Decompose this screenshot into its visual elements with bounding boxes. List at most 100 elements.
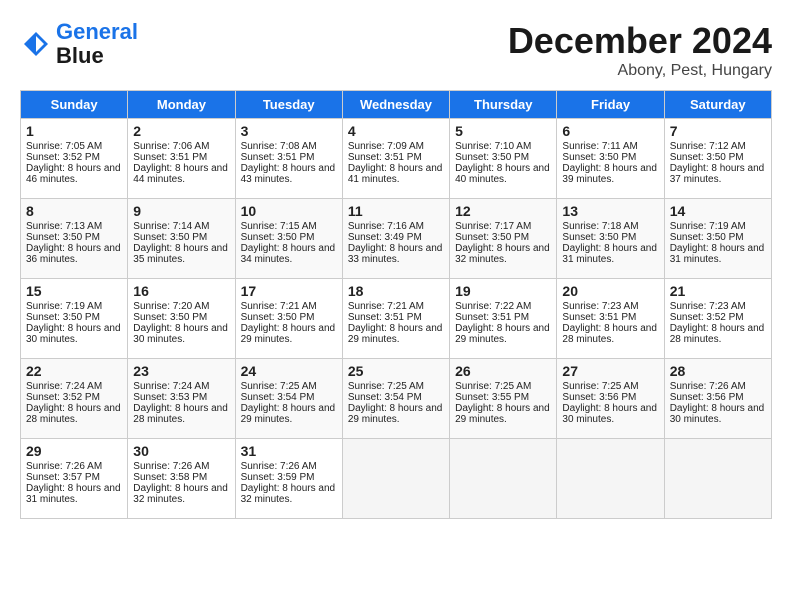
sunset: Sunset: 3:50 PM [241, 312, 315, 323]
title-block: December 2024 Abony, Pest, Hungary [508, 20, 772, 80]
table-row: 9Sunrise: 7:14 AMSunset: 3:50 PMDaylight… [128, 199, 235, 279]
sunrise: Sunrise: 7:17 AM [455, 221, 531, 232]
location-title: Abony, Pest, Hungary [508, 62, 772, 80]
sunrise: Sunrise: 7:25 AM [455, 381, 531, 392]
daylight: Daylight: 8 hours and 29 minutes. [241, 403, 336, 425]
month-title: December 2024 [508, 20, 772, 62]
day-number: 31 [241, 443, 337, 459]
sunrise: Sunrise: 7:25 AM [562, 381, 638, 392]
table-row: 19Sunrise: 7:22 AMSunset: 3:51 PMDayligh… [450, 279, 557, 359]
calendar-row: 29Sunrise: 7:26 AMSunset: 3:57 PMDayligh… [21, 439, 772, 519]
sunrise: Sunrise: 7:26 AM [241, 461, 317, 472]
sunset: Sunset: 3:50 PM [670, 232, 744, 243]
sunrise: Sunrise: 7:16 AM [348, 221, 424, 232]
sunset: Sunset: 3:51 PM [348, 312, 422, 323]
day-number: 24 [241, 363, 337, 379]
sunset: Sunset: 3:50 PM [133, 312, 207, 323]
sunset: Sunset: 3:49 PM [348, 232, 422, 243]
sunrise: Sunrise: 7:26 AM [670, 381, 746, 392]
table-row: 13Sunrise: 7:18 AMSunset: 3:50 PMDayligh… [557, 199, 664, 279]
sunset: Sunset: 3:52 PM [670, 312, 744, 323]
sunrise: Sunrise: 7:09 AM [348, 141, 424, 152]
table-row: 11 Sunrise: 7:16 AMSunset: 3:49 PMDayligh… [342, 199, 449, 279]
sunrise: Sunrise: 7:14 AM [133, 221, 209, 232]
sunset: Sunset: 3:51 PM [348, 152, 422, 163]
table-row: 7Sunrise: 7:12 AMSunset: 3:50 PMDaylight… [664, 119, 771, 199]
sunset: Sunset: 3:50 PM [455, 232, 529, 243]
daylight: Daylight: 8 hours and 40 minutes. [455, 163, 550, 185]
sunrise: Sunrise: 7:25 AM [241, 381, 317, 392]
sunset: Sunset: 3:51 PM [455, 312, 529, 323]
sunset: Sunset: 3:56 PM [670, 392, 744, 403]
sunrise: Sunrise: 7:23 AM [670, 301, 746, 312]
calendar-row: 15Sunrise: 7:19 AMSunset: 3:50 PMDayligh… [21, 279, 772, 359]
table-row: 31 Sunrise: 7:26 AMSunset: 3:59 PMDayligh… [235, 439, 342, 519]
col-wednesday: Wednesday [342, 91, 449, 119]
calendar-body: 1Sunrise: 7:05 AMSunset: 3:52 PMDaylight… [21, 119, 772, 519]
day-number: 3 [241, 123, 337, 139]
table-row: 18Sunrise: 7:21 AMSunset: 3:51 PMDayligh… [342, 279, 449, 359]
calendar-row: 1Sunrise: 7:05 AMSunset: 3:52 PMDaylight… [21, 119, 772, 199]
sunset: Sunset: 3:50 PM [670, 152, 744, 163]
table-row: 20Sunrise: 7:23 AMSunset: 3:51 PMDayligh… [557, 279, 664, 359]
daylight: Daylight: 8 hours and 31 minutes. [26, 483, 121, 505]
sunrise: Sunrise: 7:19 AM [26, 301, 102, 312]
day-number: 30 [133, 443, 229, 459]
sunset: Sunset: 3:59 PM [241, 472, 315, 483]
col-monday: Monday [128, 91, 235, 119]
table-row: 5Sunrise: 7:10 AMSunset: 3:50 PMDaylight… [450, 119, 557, 199]
sunrise: Sunrise: 7:26 AM [26, 461, 102, 472]
table-row: 4Sunrise: 7:09 AMSunset: 3:51 PMDaylight… [342, 119, 449, 199]
sunrise: Sunrise: 7:12 AM [670, 141, 746, 152]
sunrise: Sunrise: 7:24 AM [133, 381, 209, 392]
sunrise: Sunrise: 7:21 AM [348, 301, 424, 312]
table-row: 10Sunrise: 7:15 AMSunset: 3:50 PMDayligh… [235, 199, 342, 279]
table-row: 16Sunrise: 7:20 AMSunset: 3:50 PMDayligh… [128, 279, 235, 359]
day-number: 1 [26, 123, 122, 139]
daylight: Daylight: 8 hours and 29 minutes. [348, 403, 443, 425]
day-number: 13 [562, 203, 658, 219]
table-row: 22Sunrise: 7:24 AMSunset: 3:52 PMDayligh… [21, 359, 128, 439]
sunset: Sunset: 3:56 PM [562, 392, 636, 403]
daylight: Daylight: 8 hours and 30 minutes. [562, 403, 657, 425]
day-number: 2 [133, 123, 229, 139]
daylight: Daylight: 8 hours and 28 minutes. [562, 323, 657, 345]
day-number: 18 [348, 283, 444, 299]
table-row: 28Sunrise: 7:26 AMSunset: 3:56 PMDayligh… [664, 359, 771, 439]
sunset: Sunset: 3:57 PM [26, 472, 100, 483]
sunset: Sunset: 3:50 PM [26, 312, 100, 323]
day-number: 19 [455, 283, 551, 299]
sunrise: Sunrise: 7:08 AM [241, 141, 317, 152]
day-number: 14 [670, 203, 766, 219]
sunset: Sunset: 3:58 PM [133, 472, 207, 483]
daylight: Daylight: 8 hours and 32 minutes. [133, 483, 228, 505]
sunset: Sunset: 3:50 PM [455, 152, 529, 163]
day-number: 25 [348, 363, 444, 379]
day-number: 10 [241, 203, 337, 219]
sunset: Sunset: 3:54 PM [348, 392, 422, 403]
daylight: Daylight: 8 hours and 29 minutes. [455, 403, 550, 425]
sunset: Sunset: 3:52 PM [26, 392, 100, 403]
sunrise: Sunrise: 7:18 AM [562, 221, 638, 232]
sunrise: Sunrise: 7:21 AM [241, 301, 317, 312]
sunset: Sunset: 3:50 PM [562, 152, 636, 163]
logo: General Blue [20, 20, 138, 68]
daylight: Daylight: 8 hours and 33 minutes. [348, 243, 443, 265]
sunrise: Sunrise: 7:24 AM [26, 381, 102, 392]
table-row: 15Sunrise: 7:19 AMSunset: 3:50 PMDayligh… [21, 279, 128, 359]
table-row: 26Sunrise: 7:25 AMSunset: 3:55 PMDayligh… [450, 359, 557, 439]
daylight: Daylight: 8 hours and 44 minutes. [133, 163, 228, 185]
sunset: Sunset: 3:50 PM [562, 232, 636, 243]
daylight: Daylight: 8 hours and 32 minutes. [241, 483, 336, 505]
sunset: Sunset: 3:54 PM [241, 392, 315, 403]
daylight: Daylight: 8 hours and 28 minutes. [133, 403, 228, 425]
table-row [664, 439, 771, 519]
sunset: Sunset: 3:52 PM [26, 152, 100, 163]
daylight: Daylight: 8 hours and 37 minutes. [670, 163, 765, 185]
day-number: 9 [133, 203, 229, 219]
daylight: Daylight: 8 hours and 39 minutes. [562, 163, 657, 185]
logo-text: General Blue [56, 20, 138, 68]
day-number: 11 [348, 203, 444, 219]
table-row [450, 439, 557, 519]
daylight: Daylight: 8 hours and 29 minutes. [241, 323, 336, 345]
